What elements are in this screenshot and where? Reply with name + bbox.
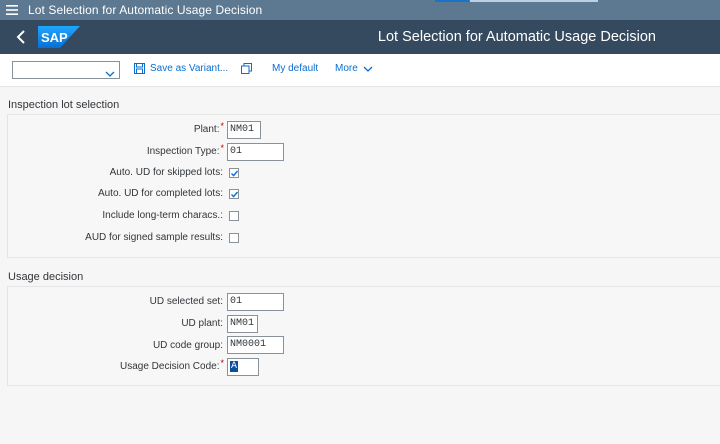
inspection-type-label: Inspection Type:*: [146, 143, 224, 157]
checkmark-icon: [231, 191, 239, 198]
window-title-bar: Lot Selection for Automatic Usage Decisi…: [0, 0, 720, 20]
section-title-lot-selection: Inspection lot selection: [8, 99, 120, 111]
usage-decision-panel: [7, 286, 720, 386]
section-title-usage-decision: Usage decision: [8, 271, 84, 283]
required-marker: *: [220, 143, 224, 153]
selected-text: A: [230, 361, 239, 372]
hamburger-icon[interactable]: [0, 0, 24, 20]
window-accent-bar: [435, 0, 469, 2]
ud-code-group-input[interactable]: NM0001: [227, 336, 284, 354]
required-marker: *: [220, 121, 224, 131]
copy-button[interactable]: [241, 63, 257, 74]
back-arrow-icon[interactable]: [10, 20, 32, 54]
variant-select[interactable]: [12, 61, 120, 79]
logo-text: SAP: [41, 30, 68, 45]
save-icon: [134, 63, 145, 74]
ud-plant-input[interactable]: NM01: [227, 315, 258, 333]
completed-lots-label: Auto. UD for completed lots:: [97, 188, 223, 199]
ud-plant-label: UD plant:: [181, 318, 223, 329]
plant-input[interactable]: NM01: [227, 121, 261, 139]
save-as-variant-label: Save as Variant...: [150, 63, 229, 74]
completed-lots-checkbox[interactable]: [229, 189, 239, 199]
long-term-characs-checkbox[interactable]: [229, 211, 239, 221]
skipped-lots-label: Auto. UD for skipped lots:: [109, 167, 223, 178]
signed-sample-checkbox[interactable]: [229, 233, 239, 243]
checkmark-icon: [231, 170, 239, 177]
my-default-button[interactable]: My default: [272, 63, 318, 74]
window-accent-bar-light: [470, 0, 598, 2]
copy-icon: [241, 63, 252, 74]
chevron-down-icon: [105, 65, 115, 83]
toolbar: Save as Variant... My default More: [0, 54, 720, 87]
plant-label: Plant:*: [193, 121, 224, 135]
more-button[interactable]: More: [335, 63, 373, 74]
usage-decision-code-input[interactable]: A: [227, 358, 259, 376]
shell-header: SAP Lot Selection for Automatic Usage De…: [0, 20, 720, 54]
signed-sample-label: AUD for signed sample results:: [85, 232, 223, 243]
page-title: Lot Selection for Automatic Usage Decisi…: [377, 29, 656, 45]
save-as-variant-button[interactable]: Save as Variant...: [134, 63, 228, 74]
usage-decision-code-label: Usage Decision Code:*: [119, 358, 224, 372]
sap-logo[interactable]: SAP: [38, 26, 80, 48]
required-marker: *: [220, 358, 224, 368]
long-term-characs-label: Include long-term characs.:: [102, 210, 223, 221]
skipped-lots-checkbox[interactable]: [229, 168, 239, 178]
ud-selected-set-input[interactable]: 01: [227, 293, 284, 311]
window-title: Lot Selection for Automatic Usage Decisi…: [28, 3, 263, 17]
my-default-label: My default: [272, 63, 319, 74]
more-label: More: [335, 63, 358, 74]
ud-selected-set-label: UD selected set:: [149, 296, 223, 307]
ud-code-group-label: UD code group:: [152, 340, 223, 351]
chevron-down-icon: [363, 66, 373, 72]
inspection-type-input[interactable]: 01: [227, 143, 284, 161]
